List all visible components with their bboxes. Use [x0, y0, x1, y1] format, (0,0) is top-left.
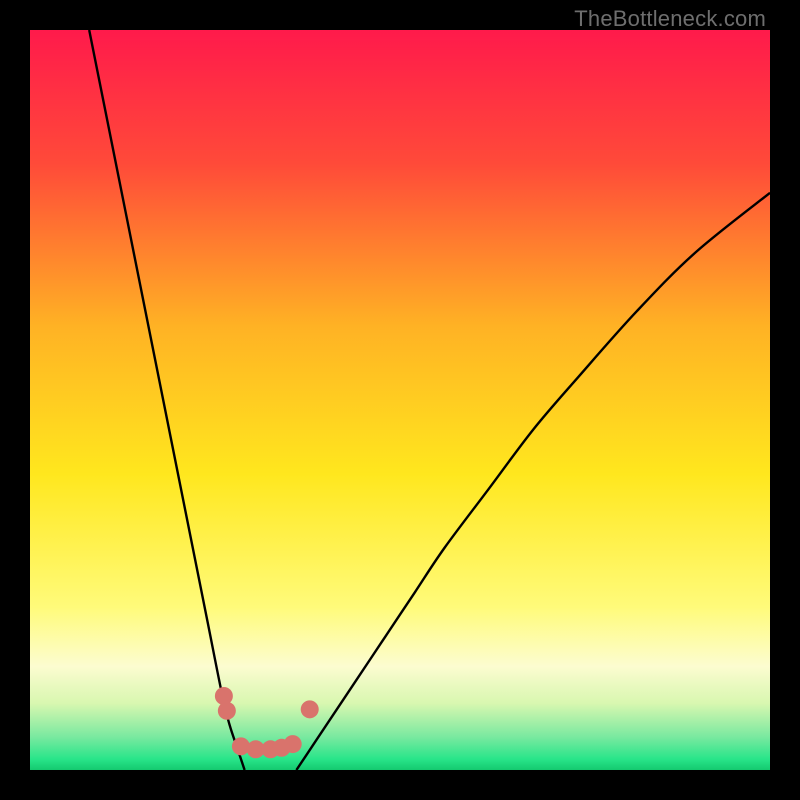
watermark-label: TheBottleneck.com [574, 6, 766, 32]
valley-marker [218, 702, 236, 720]
chart-container: TheBottleneck.com [0, 0, 800, 800]
valley-marker [301, 700, 319, 718]
left-curve [89, 30, 244, 770]
curve-layer [30, 30, 770, 770]
valley-marker [215, 687, 233, 705]
plot-area [30, 30, 770, 770]
valley-marker [232, 737, 250, 755]
right-curve [296, 193, 770, 770]
valley-marker [284, 735, 302, 753]
valley-markers [215, 687, 319, 758]
